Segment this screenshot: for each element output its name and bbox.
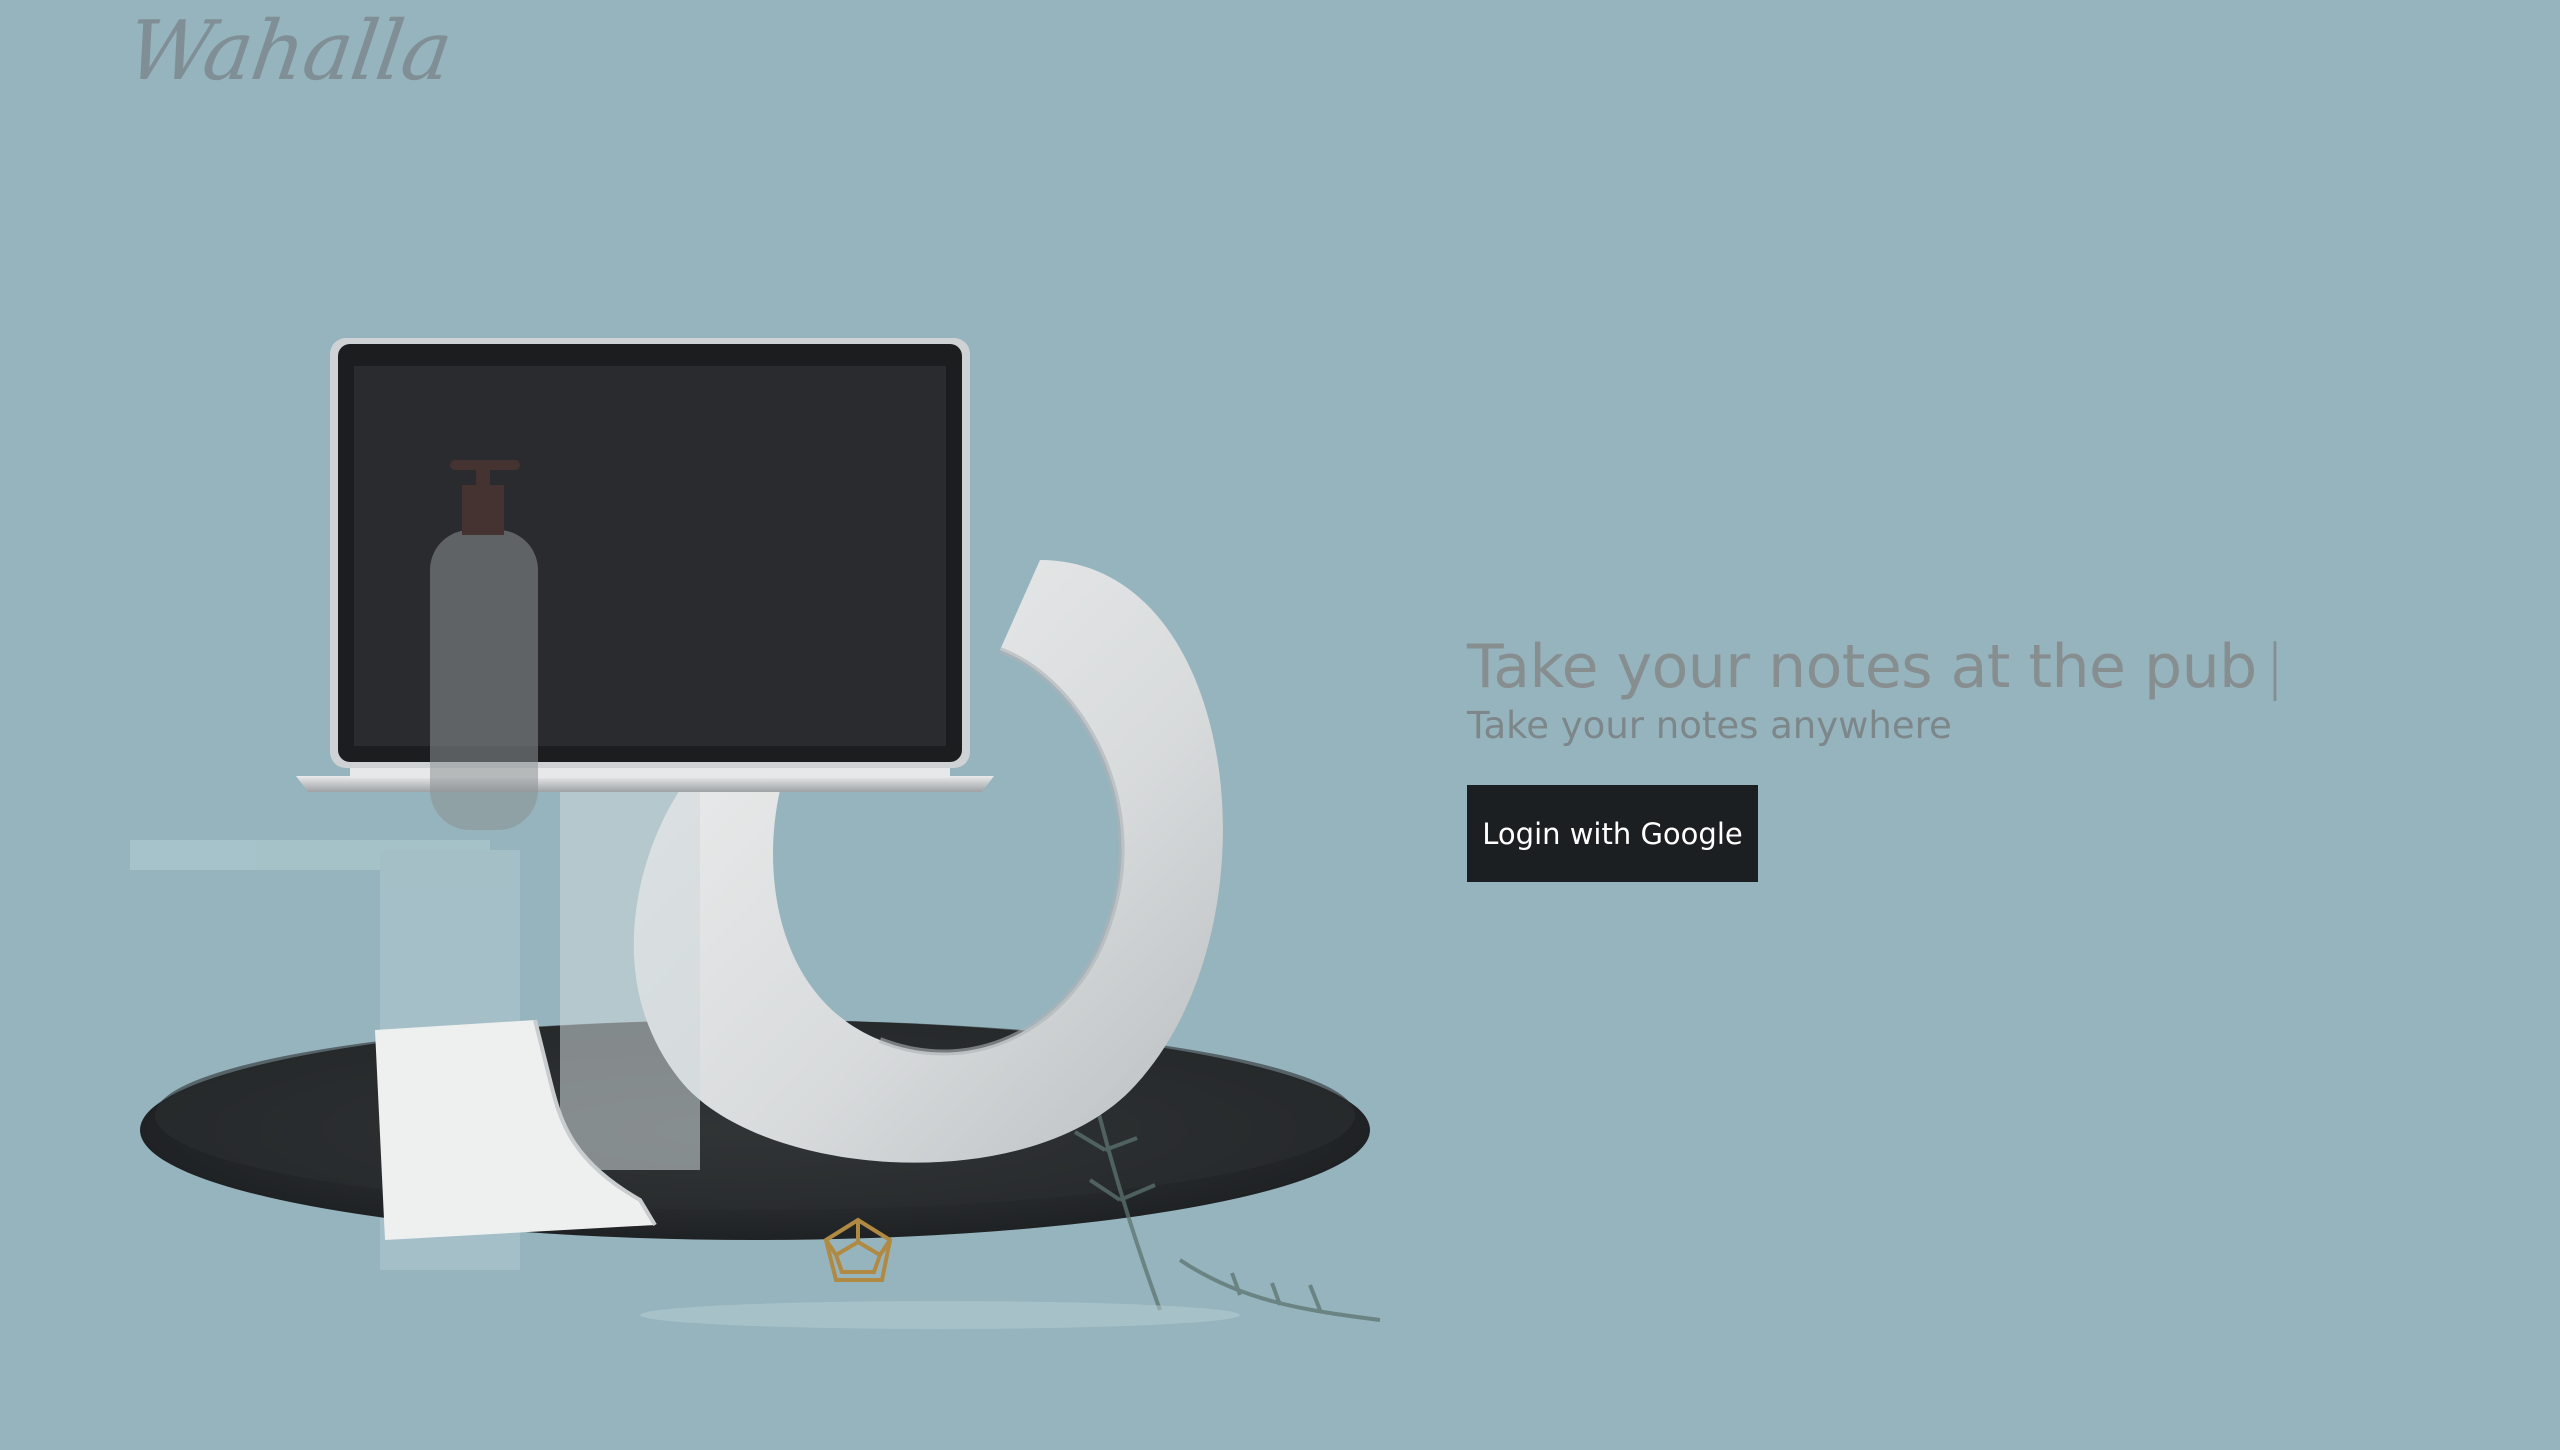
floor-reflection (640, 1301, 1240, 1329)
landing-page: Wahalla Take your notes at the pub | Tak… (0, 0, 2560, 1450)
login-with-google-button[interactable]: Login with Google (1467, 785, 1758, 882)
subheadline: Take your notes anywhere (1467, 704, 1952, 747)
pillar (560, 790, 700, 1170)
headline-text: Take your notes at the pub (1467, 632, 2257, 702)
laptop (296, 338, 994, 792)
headline: Take your notes at the pub | (1467, 632, 2285, 702)
hero-illustration (130, 338, 1381, 1329)
brand-logo[interactable]: Wahalla (121, 4, 456, 99)
hero-text: Take your notes at the pub | Take your no… (1467, 632, 2285, 747)
typing-cursor: | (2264, 632, 2285, 702)
